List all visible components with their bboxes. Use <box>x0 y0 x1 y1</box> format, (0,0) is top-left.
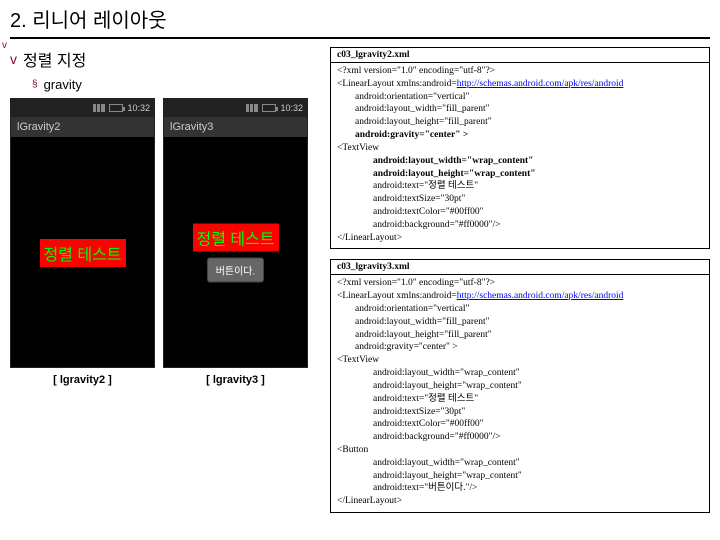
code-line: <LinearLayout xmlns:android=http://schem… <box>337 78 703 91</box>
code-line: android:layout_height="fill_parent" <box>337 329 703 342</box>
code-line: android:textColor="#00ff00" <box>337 206 703 219</box>
code-line: </LinearLayout> <box>337 495 703 508</box>
code-line: android:text="정렬 테스트" <box>337 180 703 193</box>
margin-marker-icon: v <box>2 40 7 51</box>
right-column: c03_lgravity2.xml <?xml version="1.0" en… <box>330 47 710 523</box>
square-bullet-icon: § <box>32 79 38 90</box>
code-line: android:text="버튼이다."/> <box>337 482 703 495</box>
status-bar: 10:32 <box>164 99 307 117</box>
code-line: <?xml version="1.0" encoding="utf-8"?> <box>337 277 703 290</box>
code-line: <TextView <box>337 142 703 155</box>
code-line: android:textSize="30pt" <box>337 406 703 419</box>
code-line: android:orientation="vertical" <box>337 91 703 104</box>
demo-button[interactable]: 버튼이다. <box>207 258 265 283</box>
subheading-gravity: § gravity <box>32 77 320 92</box>
signal-icon <box>246 104 258 112</box>
code-line: android:text="정렬 테스트" <box>337 393 703 406</box>
code-line: android:orientation="vertical" <box>337 303 703 316</box>
centered-label: 정렬 테스트 <box>39 239 125 267</box>
code-line: android:layout_width="wrap_content" <box>337 457 703 470</box>
subheading-text: gravity <box>44 77 82 92</box>
code-line: android:layout_height="fill_parent" <box>337 116 703 129</box>
code-line: <LinearLayout xmlns:android=http://schem… <box>337 290 703 303</box>
code-line: <?xml version="1.0" encoding="utf-8"?> <box>337 65 703 78</box>
schema-url: http://schemas.android.com/apk/res/andro… <box>457 291 624 301</box>
app-bar: lGravity2 <box>11 117 154 137</box>
code-filename: c03_lgravity2.xml <box>331 48 709 63</box>
code-body: <?xml version="1.0" encoding="utf-8"?> <… <box>331 63 709 248</box>
code-line: android:gravity="center" > <box>337 341 703 354</box>
code-line: <Button <box>337 444 703 457</box>
centered-label: 정렬 테스트 <box>192 224 278 252</box>
phone-caption-1: [ lgravity2 ] <box>10 374 155 386</box>
app-bar: lGravity3 <box>164 117 307 137</box>
code-line: android:layout_height="wrap_content" <box>337 470 703 483</box>
status-time: 10:32 <box>127 103 150 113</box>
code-box-gravity3: c03_lgravity3.xml <?xml version="1.0" en… <box>330 259 710 513</box>
phone-mock-gravity3: 10:32 lGravity3 정렬 테스트 버튼이다. <box>163 98 308 368</box>
page-title: 2. 리니어 레이아웃 <box>10 4 710 39</box>
battery-icon <box>262 104 276 112</box>
code-line: android:layout_width="wrap_content" <box>337 367 703 380</box>
battery-icon <box>109 104 123 112</box>
code-line: android:textColor="#00ff00" <box>337 418 703 431</box>
heading-align: v 정렬 지정 <box>10 47 320 71</box>
phone-caption-2: [ lgravity3 ] <box>163 374 308 386</box>
code-line: android:layout_width="fill_parent" <box>337 316 703 329</box>
schema-url: http://schemas.android.com/apk/res/andro… <box>457 79 624 89</box>
code-line: android:gravity="center" > <box>337 129 703 142</box>
code-line: <TextView <box>337 354 703 367</box>
status-time: 10:32 <box>280 103 303 113</box>
diamond-bullet-icon: v <box>10 51 17 67</box>
code-line: android:layout_width="fill_parent" <box>337 103 703 116</box>
code-line: android:layout_height="wrap_content" <box>337 380 703 393</box>
code-line: android:layout_height="wrap_content" <box>337 168 703 181</box>
code-body: <?xml version="1.0" encoding="utf-8"?> <… <box>331 275 709 512</box>
code-line: android:textSize="30pt" <box>337 193 703 206</box>
signal-icon <box>93 104 105 112</box>
heading-text: 정렬 지정 <box>23 47 86 71</box>
code-box-gravity2: c03_lgravity2.xml <?xml version="1.0" en… <box>330 47 710 249</box>
code-line: android:layout_width="wrap_content" <box>337 155 703 168</box>
code-line: android:background="#ff0000"/> <box>337 219 703 232</box>
phone-mock-gravity2: 10:32 lGravity2 정렬 테스트 <box>10 98 155 368</box>
left-column: v 정렬 지정 § gravity 10:32 lGravity2 정렬 <box>10 47 320 523</box>
code-line: </LinearLayout> <box>337 232 703 245</box>
slide: 2. 리니어 레이아웃 v v 정렬 지정 § gravity 10:32 <box>0 0 720 527</box>
code-filename: c03_lgravity3.xml <box>331 260 709 275</box>
status-bar: 10:32 <box>11 99 154 117</box>
code-line: android:background="#ff0000"/> <box>337 431 703 444</box>
